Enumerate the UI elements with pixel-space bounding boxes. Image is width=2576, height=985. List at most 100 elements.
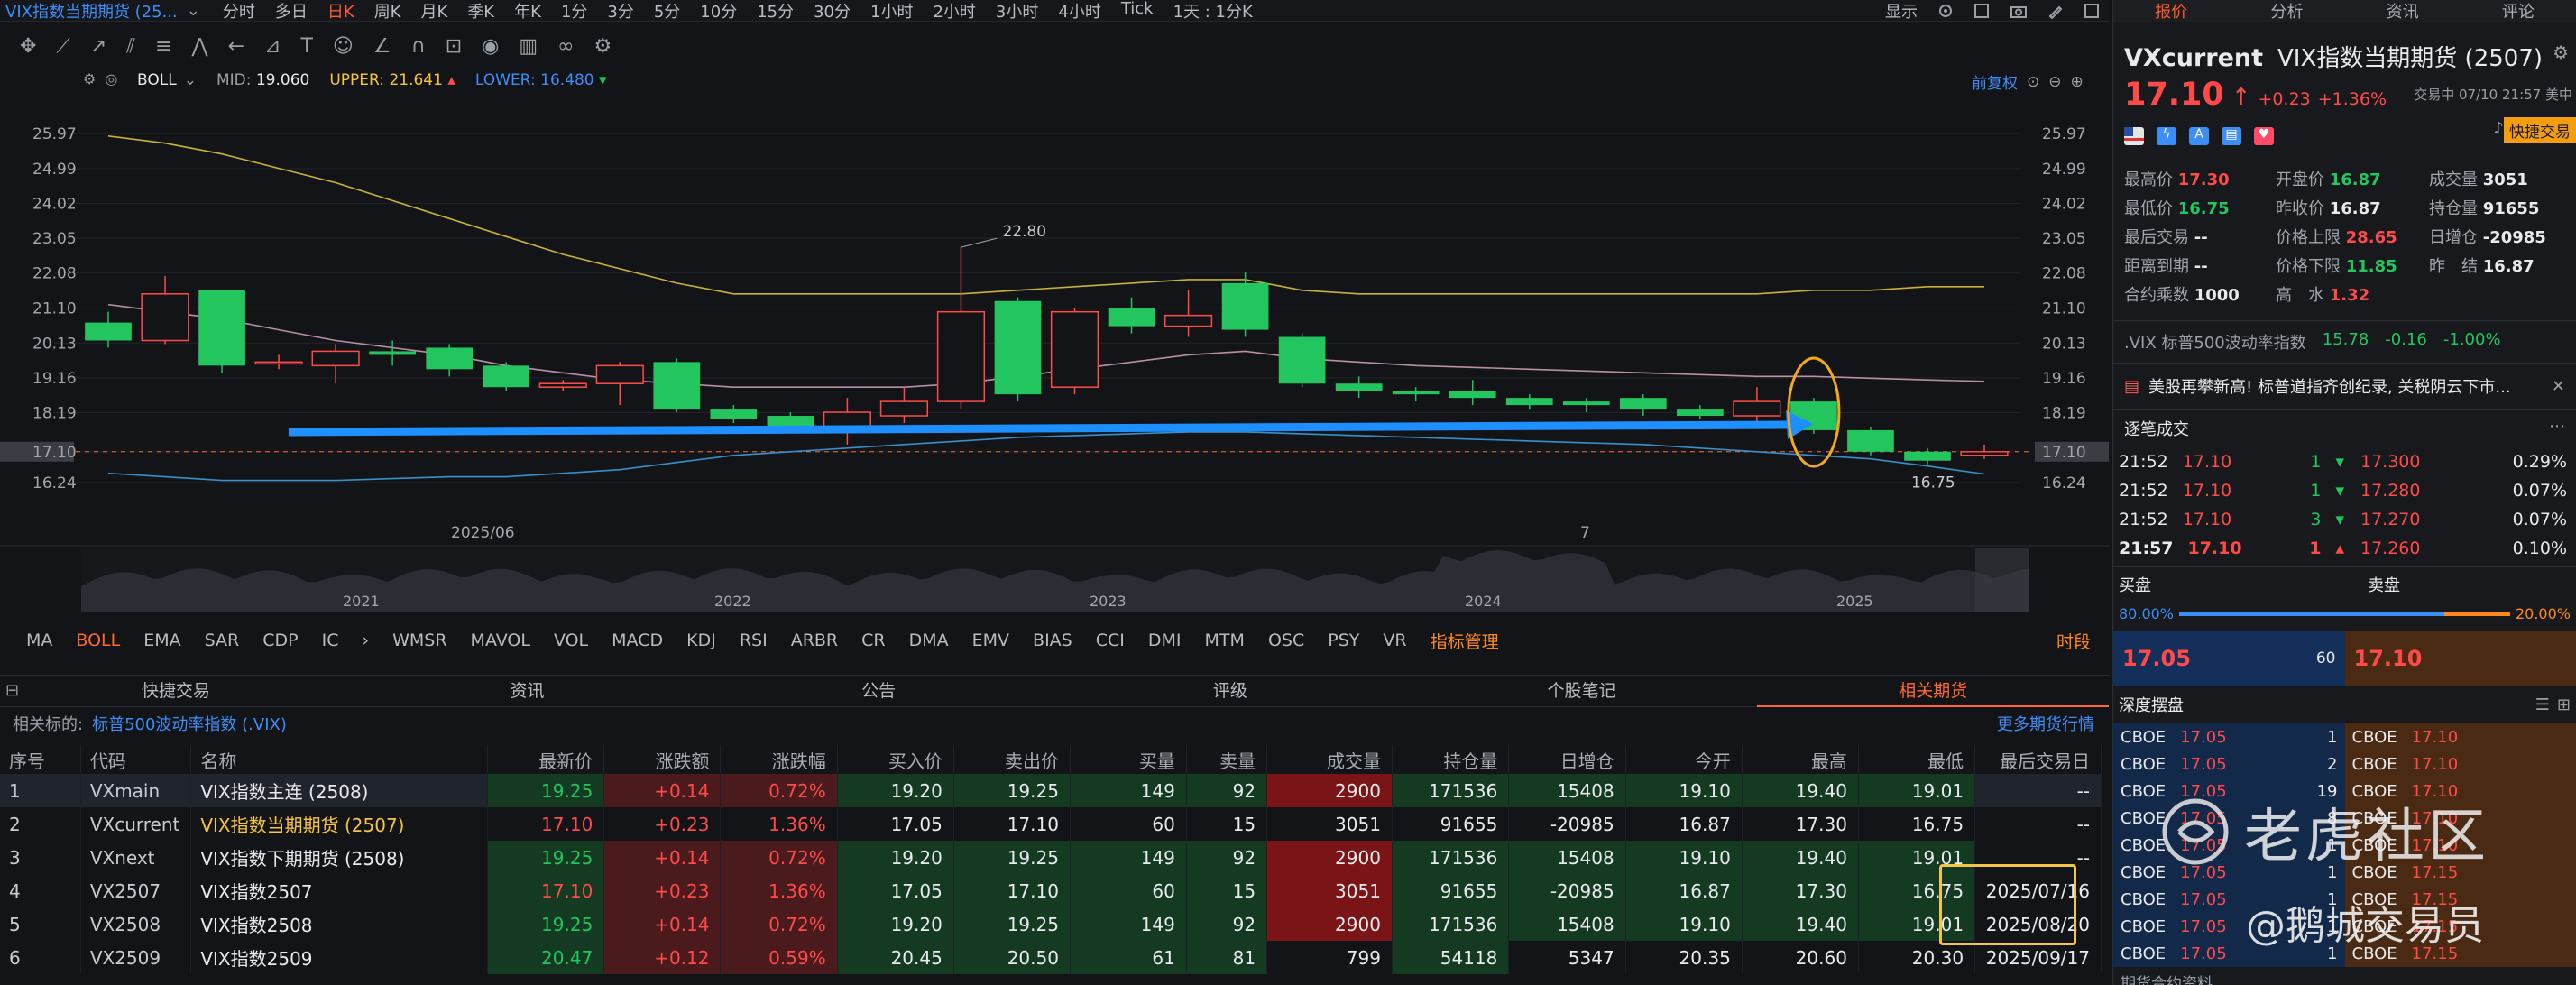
collapse-icon[interactable]: ⊟ (5, 681, 19, 700)
candlestick-chart[interactable]: 25.97 25.97 24.99 24.99 24.02 24.02 23.05 23.05… (0, 54, 2109, 613)
period-0[interactable]: 分时 (223, 0, 255, 22)
related-link[interactable]: 标普500波动率指数 (.VIX) (92, 712, 287, 735)
camera-icon[interactable] (2010, 3, 2028, 19)
indicator-mavol[interactable]: MAVOL (459, 631, 542, 650)
pen-icon[interactable] (2047, 3, 2064, 19)
indicator-ema[interactable]: EMA (132, 631, 192, 650)
bottom-tab-2[interactable]: 公告 (703, 675, 1054, 707)
period-7[interactable]: 1分 (561, 0, 587, 22)
column-header[interactable]: 最高 (1742, 745, 1859, 774)
period-4[interactable]: 月K (421, 0, 448, 22)
column-header[interactable]: 卖量 (1186, 745, 1268, 774)
column-header[interactable]: 代码 (80, 745, 192, 774)
period-6[interactable]: 年K (514, 0, 541, 22)
indicator-arbr[interactable]: ARBR (779, 631, 850, 650)
more-futures-link[interactable]: 更多期货行情 (1997, 712, 2109, 735)
period-15[interactable]: 3小时 (996, 0, 1038, 22)
table-row[interactable]: 2 VXcurrent VIX指数当期期货 (2507) 17.10 +0.23 1.36… (0, 807, 2102, 841)
period-12[interactable]: 30分 (814, 0, 851, 22)
indicator-dma[interactable]: DMA (897, 631, 961, 650)
indicator-kdj[interactable]: KDJ (675, 631, 728, 650)
column-header[interactable]: 序号 (0, 745, 81, 774)
table-row[interactable]: 3 VXnext VIX指数下期期货 (2508) 19.25 +0.14 0.72% 19… (0, 841, 2102, 874)
bottom-tab-5[interactable]: 相关期货 (1757, 675, 2110, 707)
period-5[interactable]: 季K (467, 0, 494, 22)
indicator-ic[interactable]: IC (310, 631, 351, 650)
display-button[interactable]: 显示 (1885, 0, 1918, 21)
bottom-tab-3[interactable]: 评级 (1054, 675, 1406, 707)
column-header[interactable]: 今开 (1625, 745, 1743, 774)
quote-tab-1[interactable]: 分析 (2229, 0, 2344, 23)
indicator-cdp[interactable]: CDP (251, 631, 309, 650)
column-header[interactable]: 最低 (1858, 745, 1976, 774)
period-9[interactable]: 5分 (654, 0, 680, 22)
indicator-emv[interactable]: EMV (961, 631, 1021, 650)
depth-size-icon[interactable]: ⊞ (2557, 695, 2571, 714)
window-title[interactable]: VIX指数当期期货 (25... (5, 0, 178, 22)
table-row[interactable]: 1 VXmain VIX指数主连 (2508) 19.25 +0.14 0.72% 19.2… (0, 774, 2102, 807)
period-8[interactable]: 3分 (607, 0, 633, 22)
table-row[interactable]: 4 VX2507 VIX指数2507 17.10 +0.23 1.36% 17.05 17.1… (0, 874, 2102, 907)
table-row[interactable]: 5 VX2508 VIX指数2508 19.25 +0.14 0.72% 19.20 19.2… (0, 907, 2102, 941)
column-header[interactable]: 卖出价 (953, 745, 1071, 774)
settings-icon[interactable]: ⚙ (2553, 41, 2569, 63)
indicator-next-icon[interactable]: › (350, 631, 381, 650)
period-2[interactable]: 日K (327, 0, 354, 22)
lightning-icon[interactable]: ϟ (2157, 127, 2176, 145)
period-1[interactable]: 多日 (275, 0, 308, 22)
column-header[interactable]: 名称 (190, 745, 489, 774)
column-header[interactable]: 日增仓 (1508, 745, 1626, 774)
indicator-osc[interactable]: OSC (1256, 631, 1316, 650)
indicator-ma[interactable]: MA (14, 631, 64, 650)
period-3[interactable]: 周K (374, 0, 401, 22)
favorite-icon[interactable]: ♥ (2254, 127, 2274, 145)
depth-filter-icon[interactable]: ☰ (2535, 695, 2550, 714)
column-header[interactable]: 成交量 (1266, 745, 1393, 774)
indicator-bias[interactable]: BIAS (1021, 631, 1084, 650)
quick-trade-button[interactable]: 快捷交易 (2504, 117, 2576, 143)
indicator-mtm[interactable]: MTM (1193, 631, 1256, 650)
indicator-rsi[interactable]: RSI (728, 631, 779, 650)
indicator-vol[interactable]: VOL (542, 631, 600, 650)
table-row[interactable]: 6 VX2509 VIX指数2509 20.47 +0.12 0.59% 20.45 20.5… (0, 941, 2102, 974)
bottom-tab-4[interactable]: 个股笔记 (1406, 675, 1758, 707)
column-header[interactable]: 最后交易日 (1974, 745, 2102, 774)
close-news-icon[interactable]: ✕ (2552, 377, 2565, 396)
column-header[interactable]: 买入价 (837, 745, 954, 774)
column-header[interactable]: 买量 (1070, 745, 1187, 774)
indicator-sar[interactable]: SAR (193, 631, 252, 650)
overview-window[interactable] (1975, 548, 2029, 612)
vix-index-row[interactable]: .VIX 标普500波动率指数 15.78 -0.16 -1.00% (2113, 321, 2576, 363)
column-header[interactable]: 涨跌额 (603, 745, 722, 774)
indicator-boll[interactable]: BOLL (64, 631, 132, 650)
indicator-cci[interactable]: CCI (1084, 631, 1136, 650)
contract-info-link[interactable]: 期货合约资料 (2113, 967, 2576, 985)
period-10[interactable]: 10分 (700, 0, 737, 22)
indicator-cr[interactable]: CR (850, 631, 897, 650)
fullscreen-icon[interactable] (2084, 3, 2100, 19)
bottom-tab-1[interactable]: 资讯 (352, 675, 704, 707)
tag-a-icon[interactable]: A (2189, 127, 2209, 145)
indicator-wmsr[interactable]: WMSR (381, 631, 458, 650)
period-17[interactable]: Tick (1121, 0, 1154, 21)
quote-tab-3[interactable]: 评论 (2461, 0, 2576, 23)
quote-tab-2[interactable]: 资讯 (2345, 0, 2461, 23)
period-13[interactable]: 1小时 (870, 0, 913, 22)
indicator-vr[interactable]: VR (1371, 631, 1418, 650)
news-row[interactable]: ▤ 美股再攀新高! 标普道指齐创纪录, 关税阴云下市... ✕ (2113, 364, 2576, 409)
indicator-manage-button[interactable]: 指标管理 (1419, 629, 1511, 653)
period-18[interactable]: 1天 : 1分K (1173, 0, 1253, 22)
chart-badge-icon[interactable]: ▤ (2222, 127, 2241, 145)
period-11[interactable]: 15分 (757, 0, 794, 22)
period-14[interactable]: 2小时 (933, 0, 975, 22)
column-header[interactable]: 持仓量 (1392, 745, 1510, 774)
gear-icon[interactable] (1937, 3, 1954, 19)
bell-icon[interactable]: ♪ (2494, 119, 2505, 138)
indicator-psy[interactable]: PSY (1316, 631, 1371, 650)
indicator-macd[interactable]: MACD (600, 631, 675, 650)
ticks-more-icon[interactable]: ⋯ (2549, 417, 2565, 440)
quote-tab-0[interactable]: 报价 (2113, 0, 2229, 23)
title-chevron-icon[interactable]: ⌄ (187, 1, 200, 20)
checkbox-icon[interactable] (1973, 3, 1990, 19)
bottom-tab-0[interactable]: 快捷交易 (0, 675, 352, 707)
